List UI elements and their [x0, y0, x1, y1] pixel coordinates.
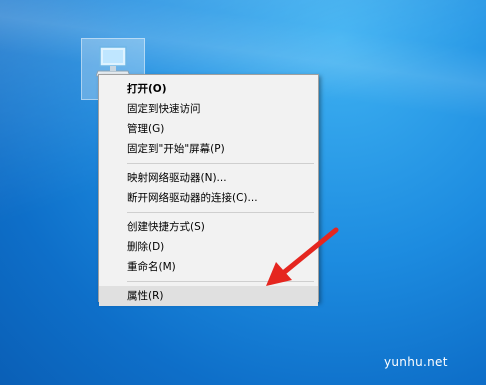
- menu-item-disconnect-network-drive[interactable]: 断开网络驱动器的连接(C)...: [99, 188, 318, 208]
- menu-item-pin-quick-access[interactable]: 固定到快速访问: [99, 99, 318, 119]
- menu-separator: [127, 163, 314, 164]
- menu-item-pin-start[interactable]: 固定到"开始"屏幕(P): [99, 139, 318, 159]
- menu-item-map-network-drive[interactable]: 映射网络驱动器(N)...: [99, 168, 318, 188]
- menu-item-manage[interactable]: 管理(G): [99, 119, 318, 139]
- red-arrow-icon: [262, 226, 342, 294]
- menu-item-open[interactable]: 打开(O): [99, 79, 318, 99]
- menu-separator: [127, 212, 314, 213]
- watermark-text: yunhu.net: [384, 355, 448, 369]
